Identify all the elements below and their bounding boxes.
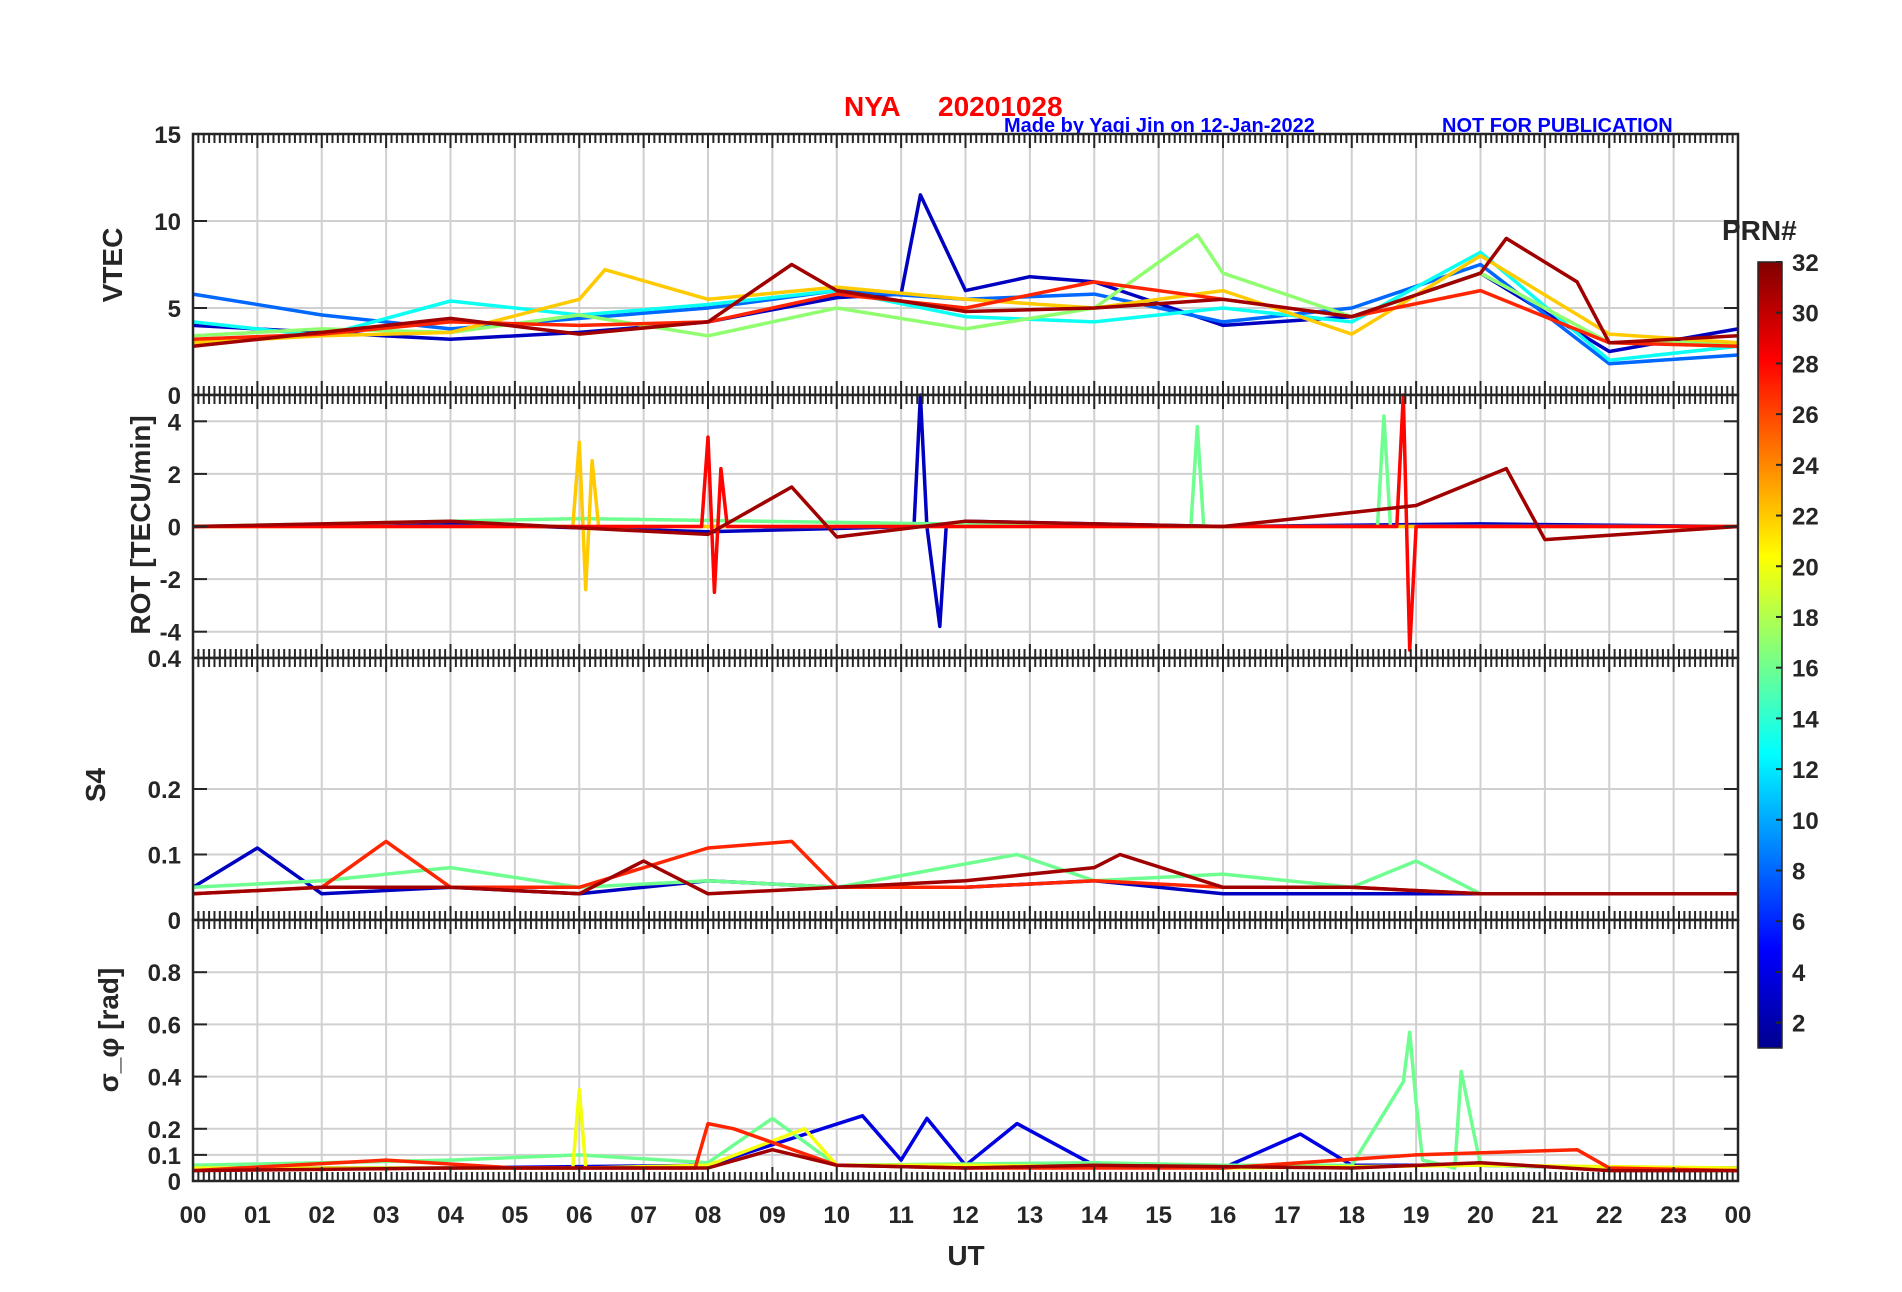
- panel-sigma_phi: 00.10.2 0.4 0.6 0.8 σ_φ [rad]: [93, 918, 1740, 1196]
- colorbar-tick-label: 6: [1792, 909, 1805, 936]
- x-tick-label: 13: [1017, 1202, 1044, 1229]
- y-tick-label: 0.4: [148, 646, 182, 673]
- colorbar-tick-label: 8: [1792, 859, 1805, 886]
- x-tick-label: 19: [1403, 1202, 1430, 1229]
- x-tick-label: 21: [1532, 1202, 1559, 1229]
- x-tick-label: 10: [823, 1202, 850, 1229]
- y-tick-label: 15: [154, 122, 181, 149]
- x-tick-label: 08: [695, 1202, 722, 1229]
- y-tick-label: 0.6: [148, 1012, 181, 1039]
- x-tick-label: 14: [1081, 1202, 1108, 1229]
- x-tick-label: 18: [1338, 1202, 1365, 1229]
- y-tick-label: 4: [168, 409, 182, 436]
- y-tick-label: 0.2: [148, 777, 181, 804]
- y-axis-label: S4: [80, 767, 111, 802]
- x-tick-label: 05: [502, 1202, 529, 1229]
- colorbar-tick-label: 2: [1792, 1011, 1805, 1038]
- colorbar-tick-label: 28: [1792, 351, 1819, 378]
- y-tick-label: 0.1: [148, 843, 181, 870]
- y-tick-label: 0.4: [148, 1065, 182, 1092]
- x-tick-label: 23: [1660, 1202, 1687, 1229]
- x-tick-label: 16: [1210, 1202, 1237, 1229]
- y-tick-label: 0: [168, 515, 181, 542]
- y-tick-label: 0.2: [148, 1117, 181, 1144]
- y-axis-label: VTEC: [97, 228, 128, 303]
- colorbar-tick-label: 32: [1792, 250, 1819, 277]
- colorbar-tick-label: 16: [1792, 656, 1819, 683]
- x-tick-label: 12: [952, 1202, 979, 1229]
- y-tick-label: 5: [168, 296, 181, 323]
- y-tick-label: 0: [168, 1169, 181, 1196]
- colorbar-scale: [1757, 261, 1783, 1049]
- x-tick-label: 04: [437, 1202, 464, 1229]
- figure: NYA 20201028 Made by Yaqi Jin on 12-Jan-…: [80, 91, 1819, 1271]
- x-tick-label: 11: [888, 1202, 913, 1229]
- x-tick-label: 22: [1596, 1202, 1623, 1229]
- y-tick-label: 0.1: [148, 1143, 181, 1170]
- colorbar-tick-label: 22: [1792, 504, 1819, 531]
- colorbar-tick-label: 12: [1792, 757, 1819, 784]
- x-tick-label: 15: [1145, 1202, 1172, 1229]
- x-axis-label: UT: [947, 1240, 984, 1271]
- x-tick-label: 02: [308, 1202, 335, 1229]
- colorbar-tick-label: 24: [1792, 453, 1819, 480]
- plot-panels: 051015VTEC-4-2024ROT [TECU/min]00.10.20.…: [80, 122, 1751, 1229]
- x-tick-label: 07: [630, 1202, 657, 1229]
- x-tick-label: 09: [759, 1202, 786, 1229]
- colorbar-tick-label: 4: [1792, 960, 1806, 987]
- panel-ROT: -4 -2 0 2 4 ROT [TECU/min]: [125, 393, 1740, 660]
- colorbar-tick-label: 18: [1792, 605, 1819, 632]
- y-tick-label: 0.8: [148, 960, 181, 987]
- y-tick-label: 0: [168, 908, 181, 935]
- colorbar-tick-label: 20: [1792, 554, 1819, 581]
- colorbar-tick-label: 10: [1792, 808, 1819, 835]
- y-tick-label: -4: [160, 620, 182, 647]
- x-tick-label: 20: [1467, 1202, 1494, 1229]
- y-tick-label: 10: [154, 209, 181, 236]
- x-tick-label: 01: [244, 1202, 271, 1229]
- y-tick-label: 0: [168, 383, 181, 410]
- x-tick-label: 06: [566, 1202, 593, 1229]
- panel-S4: 0 0.1 0.2 0.4 S4: [80, 646, 1740, 935]
- y-axis-label: ROT [TECU/min]: [125, 415, 156, 634]
- x-tick-label: 00: [1725, 1202, 1752, 1229]
- colorbar-tick-label: 14: [1792, 706, 1819, 733]
- y-tick-label: -2: [160, 567, 181, 594]
- x-tick-label: 17: [1274, 1202, 1301, 1229]
- colorbar-title: PRN#: [1722, 215, 1797, 246]
- y-axis-label: σ_φ [rad]: [93, 968, 124, 1093]
- x-tick-label: 00: [180, 1202, 207, 1229]
- colorbar-tick-label: 26: [1792, 402, 1819, 429]
- colorbar-tick-label: 30: [1792, 301, 1819, 328]
- title-station: NYA: [844, 91, 901, 122]
- panel-VTEC: 0 5 10 15 VTEC: [97, 122, 1740, 410]
- y-tick-label: 2: [168, 462, 181, 489]
- x-tick-label: 03: [373, 1202, 400, 1229]
